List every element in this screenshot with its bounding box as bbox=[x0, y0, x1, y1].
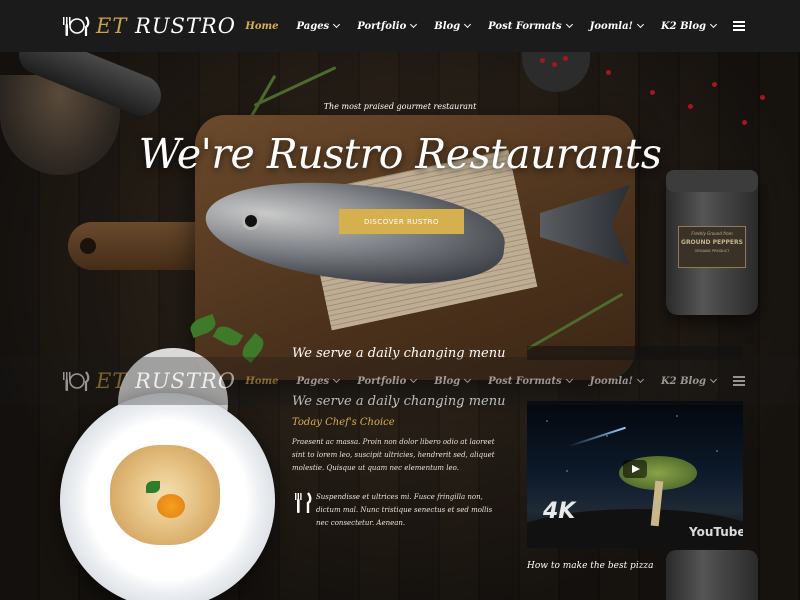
herb-garnish bbox=[146, 481, 160, 493]
hero-headline: We're Rustro Restaurants bbox=[138, 130, 662, 178]
hamburger-bar bbox=[733, 380, 745, 382]
nav-item-label: Home bbox=[245, 20, 279, 32]
chevron-down-icon bbox=[464, 375, 472, 384]
jar-label-line3: ORGANIC PRODUCT bbox=[694, 249, 730, 253]
video-player[interactable]: 4K YouTube bbox=[527, 401, 743, 548]
play-icon[interactable] bbox=[623, 460, 647, 478]
pepper-jar-image bbox=[666, 550, 758, 600]
brand-name: ET RUSTRO bbox=[96, 14, 236, 38]
nav-item-pages[interactable]: Pages bbox=[287, 21, 348, 32]
nav-item-home[interactable]: Home bbox=[236, 21, 287, 32]
hamburger-bar bbox=[733, 21, 745, 23]
nav-item-label: Pages bbox=[296, 20, 330, 32]
nav-item-k2-blog[interactable]: K2 Blog bbox=[652, 376, 725, 387]
chevron-down-icon bbox=[464, 20, 472, 29]
jar-label-line2: GROUND PEPPERS bbox=[681, 239, 743, 246]
nav-item-label: Portfolio bbox=[357, 375, 407, 387]
nav-item-home[interactable]: Home bbox=[236, 376, 287, 387]
hamburger-bar bbox=[733, 29, 745, 31]
hero-eyebrow: The most praised gourmet restaurant bbox=[323, 102, 477, 111]
chevron-down-icon bbox=[410, 375, 418, 384]
brand-logo[interactable]: ET RUSTRO bbox=[62, 369, 236, 393]
chevron-down-icon bbox=[636, 20, 644, 29]
chevron-down-icon bbox=[709, 20, 718, 29]
egg-yolk bbox=[157, 494, 185, 518]
nav-item-portfolio[interactable]: Portfolio bbox=[348, 376, 425, 387]
nav-item-label: Blog bbox=[434, 375, 461, 387]
nav-item-label: Joomla! bbox=[589, 375, 633, 387]
jar-label-line1: Freshly Ground from bbox=[691, 231, 733, 236]
video-title[interactable]: How to make the best pizza bbox=[527, 561, 654, 571]
nav-item-label: K2 Blog bbox=[660, 20, 706, 32]
section-paragraph-1: Praesent ac massa. Proin non dolor liber… bbox=[292, 438, 495, 472]
nav-item-joomla[interactable]: Joomla! bbox=[581, 376, 652, 387]
nav-item-post-formats[interactable]: Post Formats bbox=[479, 376, 580, 387]
hamburger-icon[interactable] bbox=[733, 376, 745, 386]
hamburger-bar bbox=[733, 384, 745, 386]
hamburger-bar bbox=[733, 376, 745, 378]
youtube-badge: YouTube bbox=[689, 525, 743, 539]
nav-item-label: Home bbox=[245, 375, 279, 387]
nav-item-portfolio[interactable]: Portfolio bbox=[348, 21, 425, 32]
nav-item-post-formats[interactable]: Post Formats bbox=[479, 21, 580, 32]
nav-item-pages[interactable]: Pages bbox=[287, 376, 348, 387]
chevron-down-icon bbox=[565, 20, 573, 29]
chevron-down-icon bbox=[333, 20, 341, 29]
nav-item-label: Post Formats bbox=[488, 375, 562, 387]
4k-badge: 4K bbox=[543, 499, 576, 524]
nav-item-label: Portfolio bbox=[357, 20, 407, 32]
nav-item-blog[interactable]: Blog bbox=[425, 376, 479, 387]
nav-item-label: Blog bbox=[434, 20, 461, 32]
chevron-down-icon bbox=[333, 375, 341, 384]
peppercorn bbox=[650, 90, 655, 95]
nav-item-label: Joomla! bbox=[589, 20, 633, 32]
nav-item-label: K2 Blog bbox=[660, 375, 706, 387]
peppercorn bbox=[760, 95, 765, 100]
nav-item-blog[interactable]: Blog bbox=[425, 21, 479, 32]
chevron-down-icon bbox=[709, 375, 718, 384]
chevron-down-icon bbox=[410, 20, 418, 29]
top-navbar: ET RUSTRO Home Pages Portfolio Blog Post For… bbox=[0, 0, 800, 52]
brand-name: ET RUSTRO bbox=[96, 369, 236, 393]
chevron-down-icon bbox=[636, 375, 644, 384]
nav-item-k2-blog[interactable]: K2 Blog bbox=[652, 21, 725, 32]
peppercorn bbox=[540, 58, 545, 63]
peppercorn bbox=[606, 70, 611, 75]
main-menu: Home Pages Portfolio Blog Post Formats Joomla… bbox=[236, 21, 745, 32]
nav-item-label: Pages bbox=[296, 375, 330, 387]
discover-button[interactable]: DISCOVER RUSTRO bbox=[339, 209, 464, 234]
jar-label: Freshly Ground from GROUND PEPPERS ORGAN… bbox=[678, 226, 746, 268]
hamburger-bar bbox=[733, 25, 745, 27]
board-hole bbox=[80, 238, 96, 254]
nav-item-joomla[interactable]: Joomla! bbox=[581, 21, 652, 32]
peppercorn bbox=[563, 56, 568, 61]
peppercorn bbox=[742, 120, 747, 125]
fork-knife-icon bbox=[63, 371, 90, 391]
main-menu: Home Pages Portfolio Blog Post Formats Joomla… bbox=[236, 376, 745, 387]
fish-eye bbox=[242, 212, 260, 230]
peppercorn bbox=[712, 82, 717, 87]
fork-knife-icon bbox=[295, 492, 312, 513]
chevron-down-icon bbox=[565, 375, 573, 384]
section-subheading: Today Chef's Choice bbox=[292, 417, 395, 428]
brand-logo[interactable]: ET RUSTRO bbox=[62, 14, 236, 38]
hamburger-icon[interactable] bbox=[733, 21, 745, 31]
sticky-navbar-ghost: ET RUSTRO Home Pages Portfolio Blog Post For… bbox=[0, 357, 800, 405]
nav-item-label: Post Formats bbox=[488, 20, 562, 32]
fork-knife-icon bbox=[63, 16, 90, 36]
section-paragraph-2: Suspendisse et ultrices mi. Fusce fringi… bbox=[316, 493, 493, 527]
peppercorn bbox=[552, 62, 557, 67]
